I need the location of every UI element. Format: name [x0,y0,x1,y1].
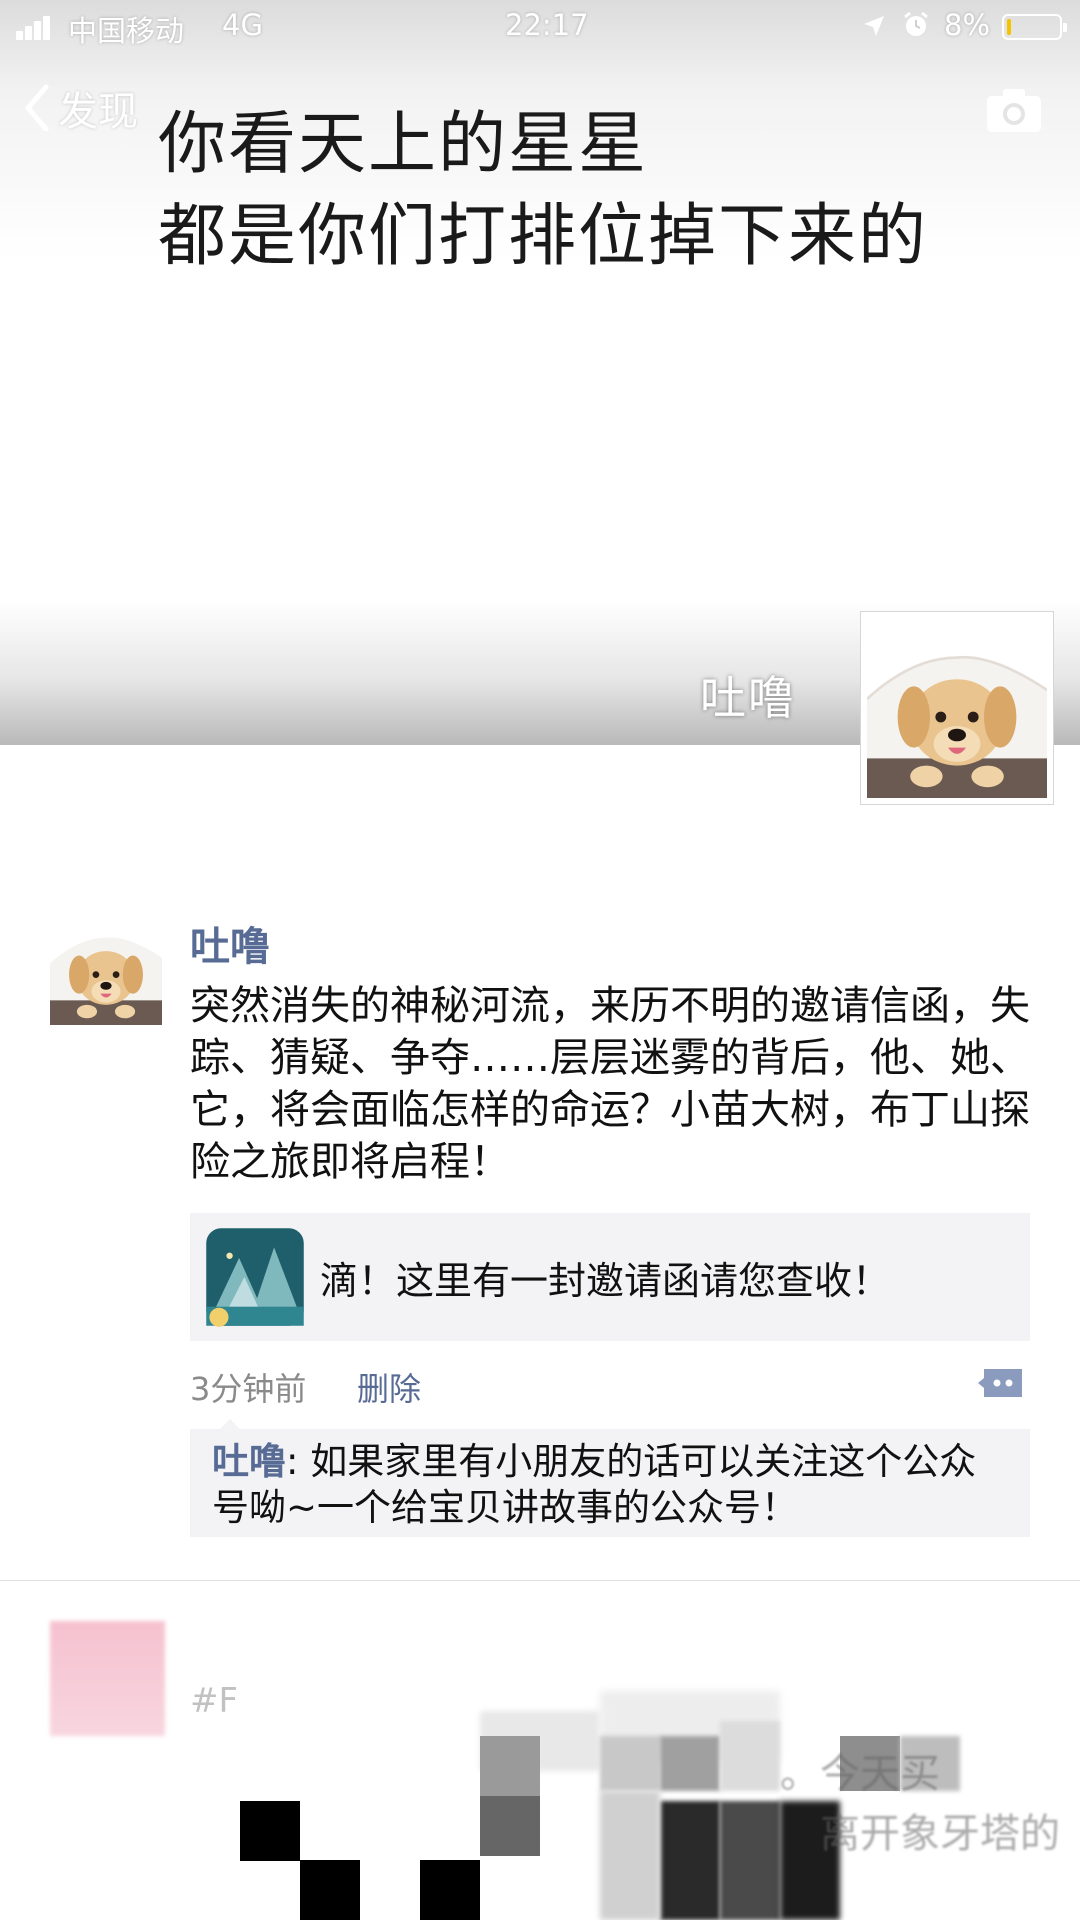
chevron-left-icon [24,84,49,132]
next-post-snippet-2: 离开象牙塔的 [820,1811,1060,1857]
post-author-name[interactable]: 吐噜 [190,914,270,972]
comment-author[interactable]: 吐噜 [212,1440,286,1483]
status-time: 22:17 [505,8,589,42]
comment-item[interactable]: 吐噜: 如果家里有小朋友的话可以关注这个公众号呦~一个给宝贝讲故事的公众号！ [190,1419,1030,1537]
mosaic-block [660,1736,720,1791]
blurred-avatar [50,1621,165,1736]
back-label: 发现 [58,89,138,135]
next-post-blurred: #F 。今天买 离开象牙塔的 [0,1581,1080,1920]
mosaic-block [240,1801,300,1861]
signal-strength-icon [16,14,60,40]
mosaic-block [480,1736,540,1796]
location-arrow-icon [864,16,884,36]
mosaic-block [480,1796,540,1856]
profile-avatar[interactable] [860,611,1054,805]
profile-username: 吐噜 [700,671,796,725]
battery-percent: 8% [944,8,991,42]
mosaic-block [600,1791,660,1920]
status-bar: 中国移动 4G 22:17 8% [0,0,1080,54]
comment-separator: : [286,1440,311,1483]
next-post-tag: #F [190,1681,239,1721]
comment-menu-icon[interactable] [976,1365,1026,1401]
mosaic-block [720,1801,780,1920]
dog-avatar-image [867,618,1047,798]
mosaic-block [720,1721,780,1791]
post-author-avatar[interactable] [50,913,162,1025]
network-type: 4G [222,8,263,42]
back-button[interactable]: 发现 [22,78,138,138]
dog-avatar-image [50,913,162,1025]
battery-level-fill [1007,19,1011,35]
delete-button[interactable]: 删除 [357,1364,421,1410]
carrier-name: 中国移动 [68,14,185,48]
link-title: 滴！这里有一封邀请函请您查收！ [320,1258,891,1303]
mosaic-block [660,1801,720,1920]
cover-text-line-2: 都是你们打排位掉下来的 [158,197,929,276]
mosaic-block [300,1860,360,1920]
mosaic-block [420,1860,480,1920]
post-text: 突然消失的神秘河流，来历不明的邀请信函，失踪、猜疑、争夺……层层迷雾的背后，他、… [190,983,1030,1185]
cover-text-line-1: 你看天上的星星 [158,105,649,184]
comment-text: 如果家里有小朋友的话可以关注这个公众号呦~一个给宝贝讲故事的公众号！ [212,1440,977,1529]
battery-icon [1002,14,1067,40]
alarm-clock-icon [904,11,928,36]
shared-link-card[interactable]: 滴！这里有一封邀请函请您查收！ [190,1213,1030,1341]
camera-icon[interactable] [985,86,1043,134]
next-post-snippet-1: 。今天买 [780,1751,940,1797]
mosaic-block [600,1736,660,1791]
post-timestamp: 3分钟前 [190,1370,307,1408]
link-thumbnail-image [202,1224,308,1330]
